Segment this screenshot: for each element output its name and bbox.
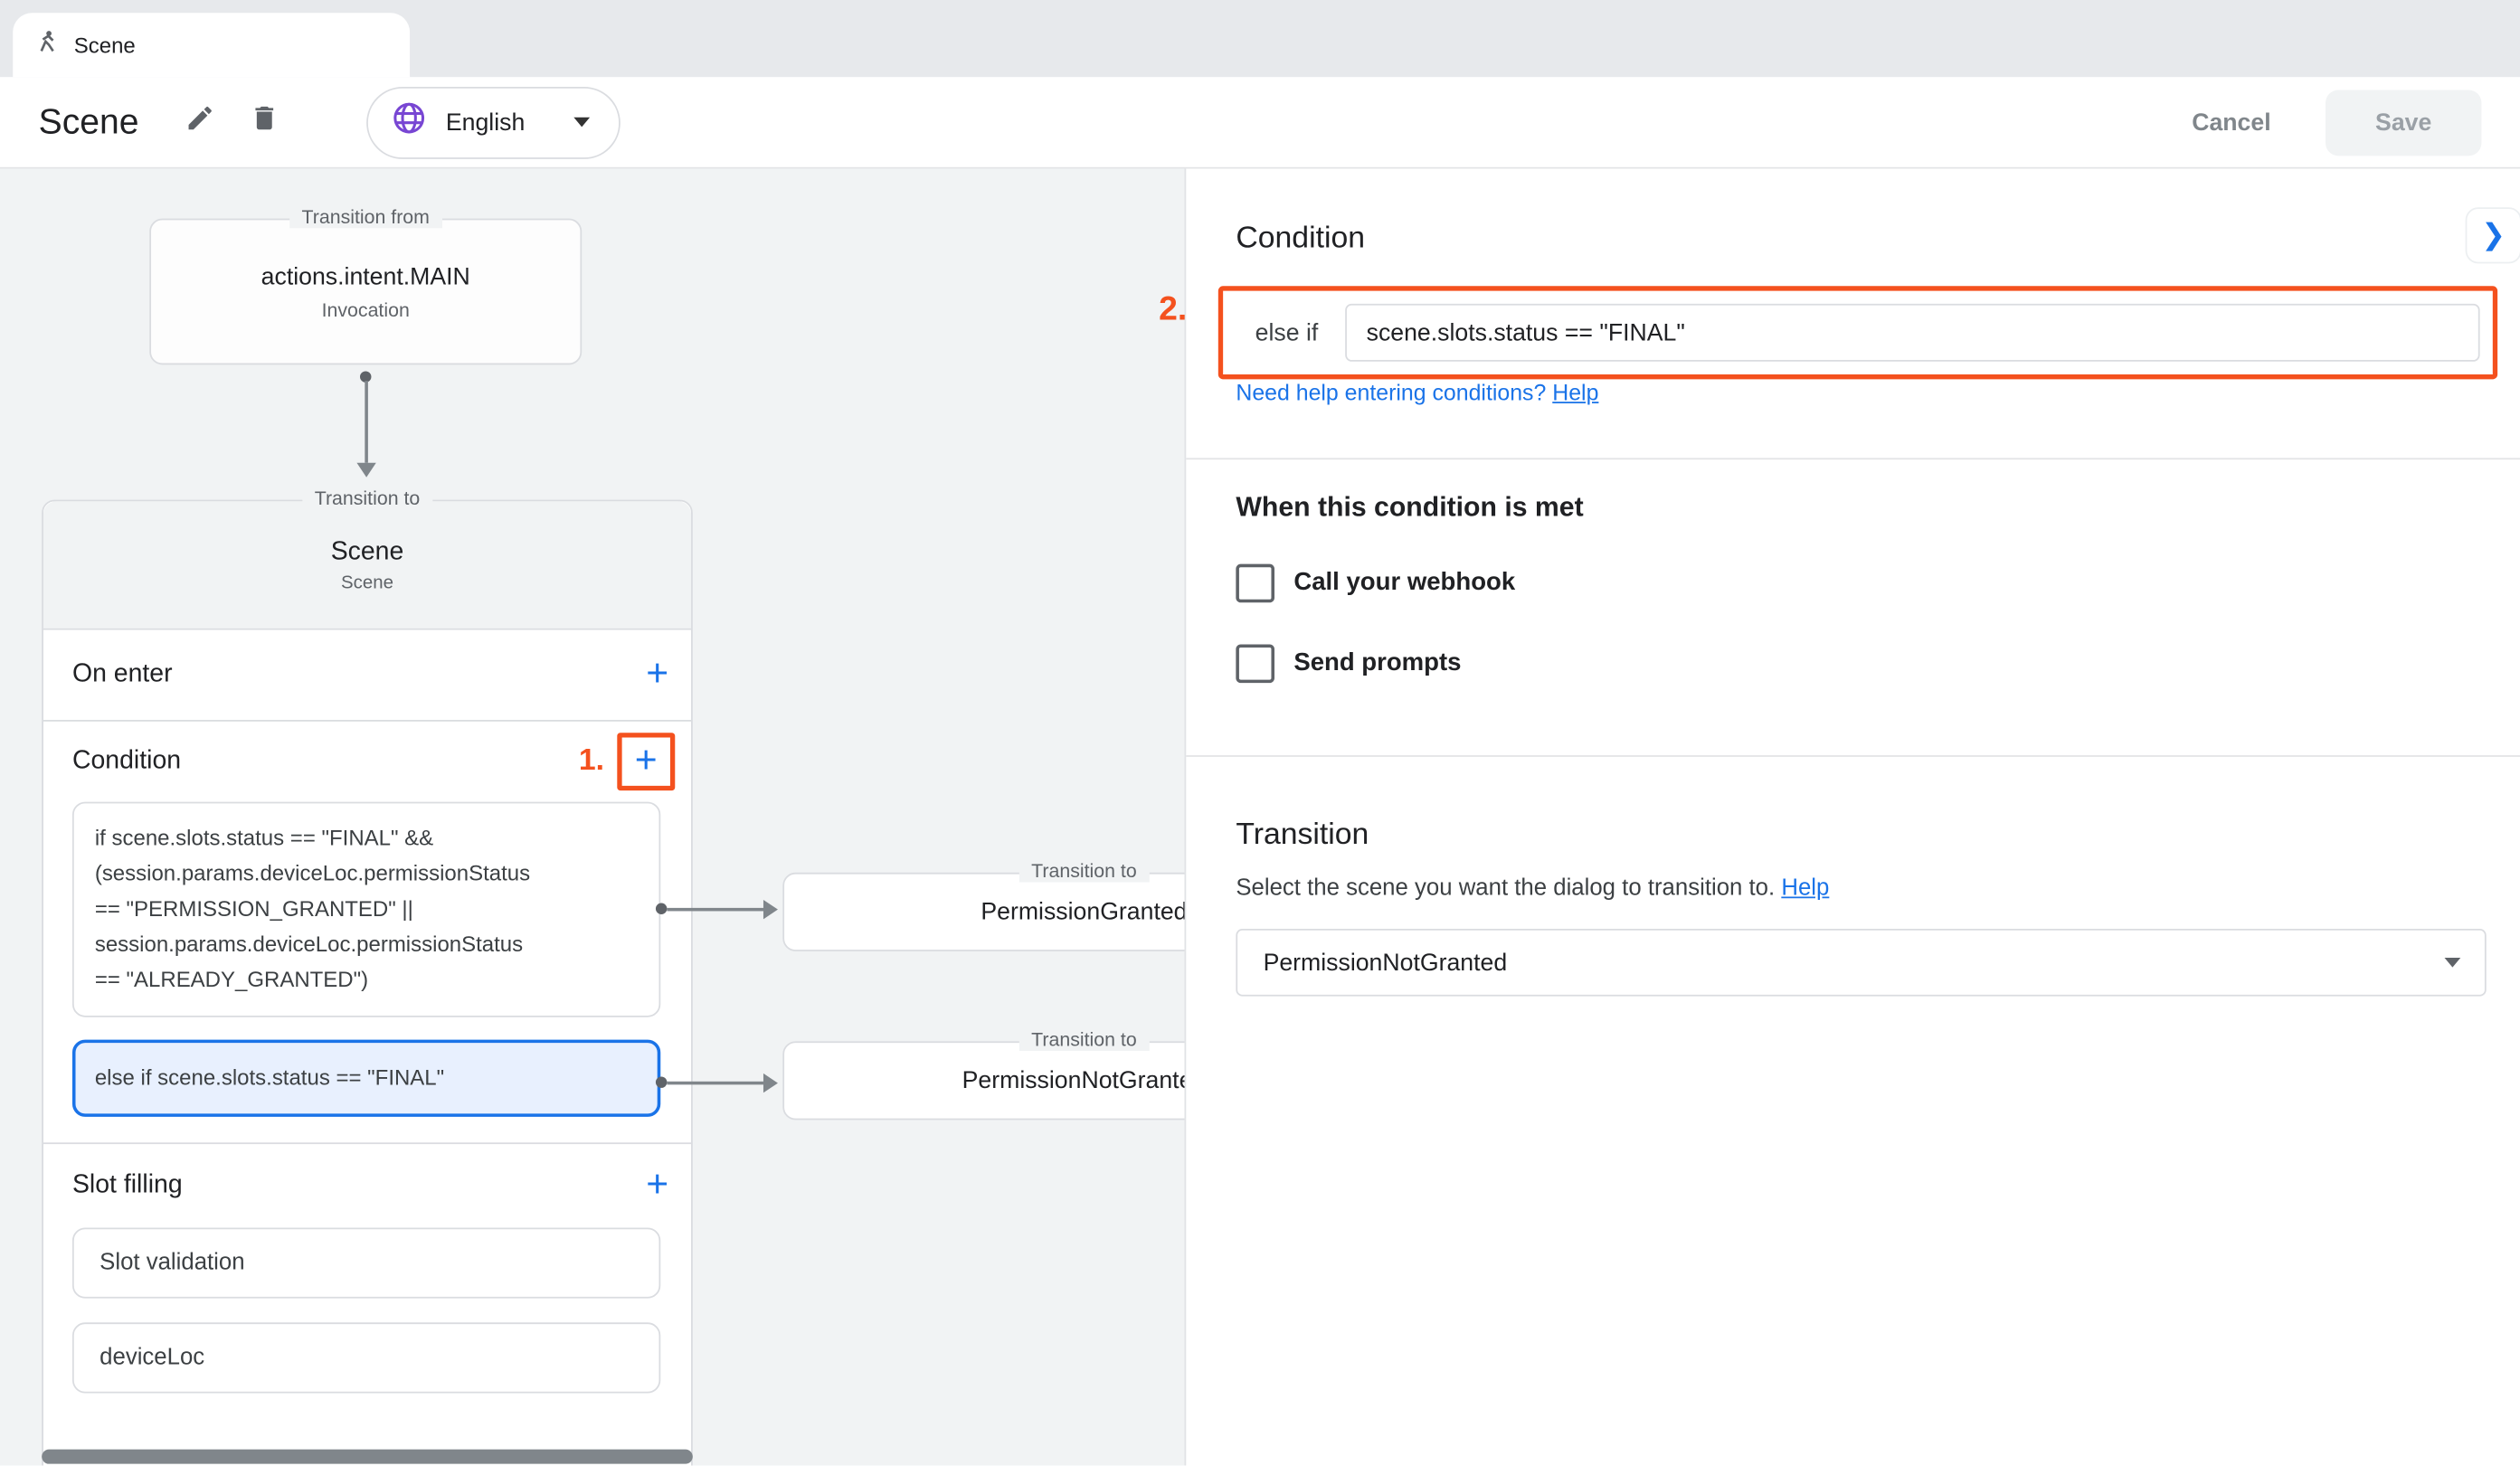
connector-arrow-right-icon: [763, 900, 778, 919]
webhook-checkbox-row: Call your webhook: [1236, 564, 1515, 603]
section-divider: [1186, 458, 2520, 459]
help-link[interactable]: Help: [1552, 379, 1598, 404]
connector-arrow-down-icon: [356, 463, 375, 478]
scene-card-title: Scene: [331, 537, 404, 566]
condition-label: Condition: [72, 747, 181, 776]
help-text: Need help entering conditions?: [1236, 379, 1546, 404]
transition-from-label: Transition from: [289, 205, 442, 228]
scene-select-dropdown[interactable]: PermissionNotGranted: [1236, 929, 2486, 997]
scene-graph-canvas: Transition from actions.intent.MAIN Invo…: [0, 169, 1185, 1466]
transition-description-text: Select the scene you want the dialog to …: [1236, 875, 1775, 901]
chevron-right-icon: ❯: [2481, 219, 2506, 252]
on-enter-row: On enter +: [43, 630, 691, 722]
annotation-box-1: +: [617, 733, 675, 790]
horizontal-scrollbar[interactable]: [42, 1450, 693, 1464]
condition-editor-panel: Condition ❯ else if Need help entering c…: [1185, 169, 2520, 1466]
when-condition-heading: When this condition is met: [1236, 492, 1583, 525]
transition-to-label: Transition to: [1018, 860, 1150, 883]
target-scene-name: PermissionNotGranted: [962, 1067, 1185, 1094]
slot-item[interactable]: deviceLoc: [72, 1322, 660, 1393]
transition-target-card[interactable]: Transition to PermissionNotGranted: [782, 1041, 1184, 1120]
condition-prefix-label: else if: [1255, 319, 1319, 346]
add-slot-button plus-icon[interactable]: +: [646, 1167, 668, 1206]
actions-on-google-icon: [35, 29, 60, 61]
delete-scene-button[interactable]: [235, 93, 293, 151]
transition-heading: Transition: [1236, 818, 1369, 853]
actions-console-scene-editor: Scene Scene English: [0, 0, 2520, 1465]
add-on-enter-button plus-icon[interactable]: +: [646, 656, 668, 695]
transition-help-link[interactable]: Help: [1781, 875, 1829, 901]
language-selector[interactable]: English: [367, 86, 620, 158]
webhook-checkbox[interactable]: [1236, 564, 1274, 603]
condition-section: Condition 1. + if scene.slots.status == …: [43, 722, 691, 1144]
scene-card-subtitle: Scene: [341, 572, 393, 591]
scene-card-header[interactable]: Scene Scene: [43, 501, 691, 629]
slot-filling-section: Slot filling + Slot validation deviceLoc: [43, 1144, 691, 1421]
tab-title: Scene: [74, 33, 136, 57]
condition-expression-input[interactable]: [1346, 304, 2480, 362]
edit-scene-button[interactable]: [171, 93, 229, 151]
webhook-label: Call your webhook: [1293, 569, 1515, 598]
save-button[interactable]: Save: [2326, 90, 2481, 156]
transition-to-label: Transition to: [1018, 1028, 1150, 1051]
condition-heading: Condition: [1236, 222, 1365, 257]
section-divider: [1186, 755, 2520, 757]
transition-from-card[interactable]: Transition from actions.intent.MAIN Invo…: [149, 219, 582, 365]
language-caret-icon: [573, 118, 590, 128]
slot-filling-label: Slot filling: [72, 1171, 183, 1200]
condition-help-text: Need help entering conditions? Help: [1236, 379, 1598, 404]
prompts-checkbox[interactable]: [1236, 644, 1274, 683]
scene-tab[interactable]: Scene: [13, 13, 410, 77]
transition-description: Select the scene you want the dialog to …: [1236, 875, 1829, 901]
dropdown-selected-value: PermissionNotGranted: [1264, 949, 1508, 976]
header-actions: Cancel Save: [2192, 90, 2481, 156]
header: Scene English Cancel Save: [0, 77, 2520, 168]
tab-bar: Scene: [0, 0, 2520, 77]
target-scene-name: PermissionGranted: [981, 898, 1184, 925]
pencil-icon: [185, 103, 215, 142]
trash-icon: [249, 103, 279, 142]
connector-line: [667, 1082, 763, 1085]
annotation-2: 2.: [1159, 291, 1187, 330]
page-title: Scene: [39, 101, 139, 143]
slot-item[interactable]: Slot validation: [72, 1227, 660, 1298]
scene-card: Transition to Scene Scene On enter + Con…: [42, 500, 693, 1466]
connector-line: [667, 908, 763, 912]
intent-name: actions.intent.MAIN: [261, 263, 470, 290]
transition-to-label: Transition to: [302, 487, 433, 509]
prompts-label: Send prompts: [1293, 649, 1461, 678]
annotation-1: 1.: [579, 744, 604, 780]
dropdown-caret-icon: [2445, 958, 2461, 968]
slot-filling-row: Slot filling +: [43, 1144, 691, 1227]
prompts-checkbox-row: Send prompts: [1236, 644, 1461, 683]
condition-item-selected[interactable]: else if scene.slots.status == "FINAL": [72, 1040, 660, 1117]
intent-type: Invocation: [322, 298, 410, 321]
connector-line: [364, 381, 367, 463]
transition-target-card[interactable]: Transition to PermissionGranted: [782, 873, 1184, 951]
annotation-box-2: else if: [1218, 286, 2497, 379]
on-enter-label: On enter: [72, 660, 173, 689]
cancel-button[interactable]: Cancel: [2192, 109, 2270, 136]
collapse-panel-button[interactable]: ❯: [2466, 207, 2520, 263]
connector-dot: [656, 903, 667, 914]
add-condition-button plus-icon[interactable]: +: [635, 742, 658, 781]
globe-icon: [391, 99, 428, 145]
condition-row: Condition 1. +: [43, 722, 691, 802]
condition-item[interactable]: if scene.slots.status == "FINAL" && (ses…: [72, 802, 660, 1017]
connector-dot: [656, 1076, 667, 1087]
connector-arrow-right-icon: [763, 1073, 778, 1092]
language-label: English: [446, 109, 525, 136]
